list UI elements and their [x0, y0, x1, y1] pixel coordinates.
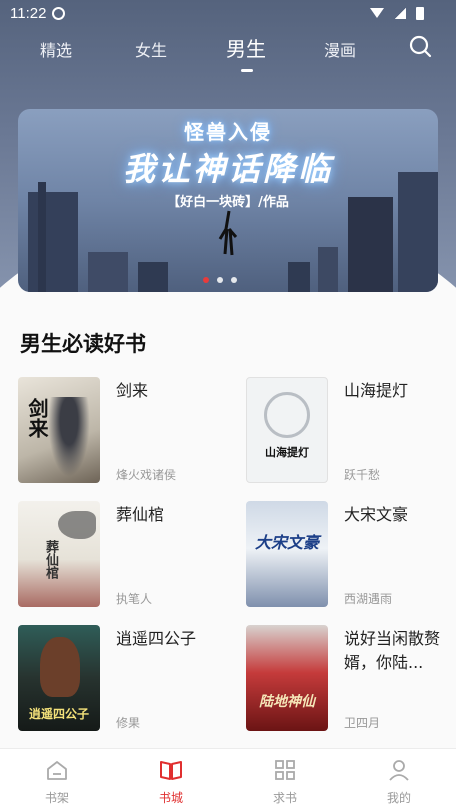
promo-banner[interactable]: 怪兽入侵 我让神话降临 【好白一块砖】/作品 [18, 109, 438, 292]
book-author: 跃千愁 [344, 468, 381, 482]
cover-title: 葬仙棺 [43, 539, 58, 579]
book-cover[interactable]: 大宋文豪 [246, 501, 328, 607]
home-icon [47, 761, 67, 780]
section-title: 男生必读好书 [20, 332, 146, 356]
nav-label: 书架 [44, 791, 69, 805]
nav-bookstore[interactable]: 书城 [114, 749, 228, 811]
book-cover[interactable]: 剑来 [18, 377, 100, 483]
tab-featured[interactable]: 精选 [40, 37, 72, 61]
book-title: 大宋文豪 [344, 505, 409, 524]
book-author: 烽火戏诸侯 [116, 468, 177, 482]
book-cover[interactable]: 山海提灯 [246, 377, 328, 483]
banner-author: 【好白一块砖】/作品 [167, 195, 289, 210]
search-icon[interactable] [408, 34, 432, 58]
cover-title: 陆地神仙 [259, 694, 315, 710]
book-card[interactable]: 剑来 剑来 烽火戏诸侯 [18, 377, 228, 483]
tab-female[interactable]: 女生 [135, 37, 167, 61]
user-icon [389, 760, 409, 781]
book-title: 葬仙棺 [116, 505, 165, 524]
signal-icon [394, 7, 406, 19]
battery-icon [416, 6, 424, 20]
book-card[interactable]: 陆地神仙 说好当闲散赘婿，你陆... 卫四月 [246, 625, 456, 731]
banner-subtitle: 怪兽入侵 [184, 120, 272, 144]
grid-icon [275, 760, 295, 780]
book-author: 执笔人 [116, 592, 153, 606]
cover-title: 逍遥四公子 [28, 707, 89, 721]
nav-request-book[interactable]: 求书 [228, 749, 342, 811]
falling-figure-icon [218, 210, 238, 256]
top-category-nav: 精选 女生 男生 漫画 [0, 30, 456, 72]
book-card[interactable]: 逍遥四公子 逍遥四公子 修果 [18, 625, 228, 731]
cover-title: 山海提灯 [265, 446, 309, 459]
book-cover[interactable]: 葬仙棺 [18, 501, 100, 607]
book-author: 西湖遇雨 [344, 592, 393, 606]
book-card[interactable]: 山海提灯 山海提灯 跃千愁 [246, 377, 456, 483]
book-cover[interactable]: 陆地神仙 [246, 625, 328, 731]
tab-comics[interactable]: 漫画 [324, 37, 356, 61]
book-title: 逍遥四公子 [116, 629, 197, 648]
status-bar: 11:22 [0, 0, 456, 26]
nav-label: 我的 [386, 791, 411, 805]
nav-bookshelf[interactable]: 书架 [0, 749, 114, 811]
banner-title: 我让神话降临 [122, 150, 333, 188]
active-tab-indicator [241, 69, 253, 72]
book-card[interactable]: 大宋文豪 大宋文豪 西湖遇雨 [246, 501, 456, 607]
settings-status-icon [52, 6, 66, 20]
bottom-tab-bar: 书架 书城 求书 我的 [0, 748, 456, 811]
book-author: 修果 [116, 716, 141, 730]
nav-label: 书城 [158, 791, 183, 805]
tab-male[interactable]: 男生 [226, 33, 266, 62]
wifi-icon [370, 8, 384, 18]
nav-label: 求书 [272, 791, 297, 805]
carousel-indicator [203, 277, 237, 283]
carousel-dot[interactable] [203, 277, 209, 283]
carousel-dot[interactable] [231, 277, 237, 283]
book-author: 卫四月 [344, 716, 381, 730]
book-title: 说好当闲散赘婿，你陆... [344, 629, 441, 672]
cover-title: 剑来 [25, 398, 49, 438]
nav-profile[interactable]: 我的 [342, 749, 456, 811]
carousel-dot[interactable] [217, 277, 223, 283]
book-section: 男生必读好书 剑来 剑来 烽火戏诸侯 山海提灯 山海提灯 跃千愁 葬仙棺 葬仙棺… [0, 292, 456, 748]
book-cover[interactable]: 逍遥四公子 [18, 625, 100, 731]
book-icon [160, 761, 182, 780]
status-time: 11:22 [10, 4, 47, 22]
cover-title: 大宋文豪 [254, 533, 319, 552]
book-card[interactable]: 葬仙棺 葬仙棺 执笔人 [18, 501, 228, 607]
book-title: 剑来 [116, 381, 149, 400]
book-title: 山海提灯 [344, 381, 409, 400]
